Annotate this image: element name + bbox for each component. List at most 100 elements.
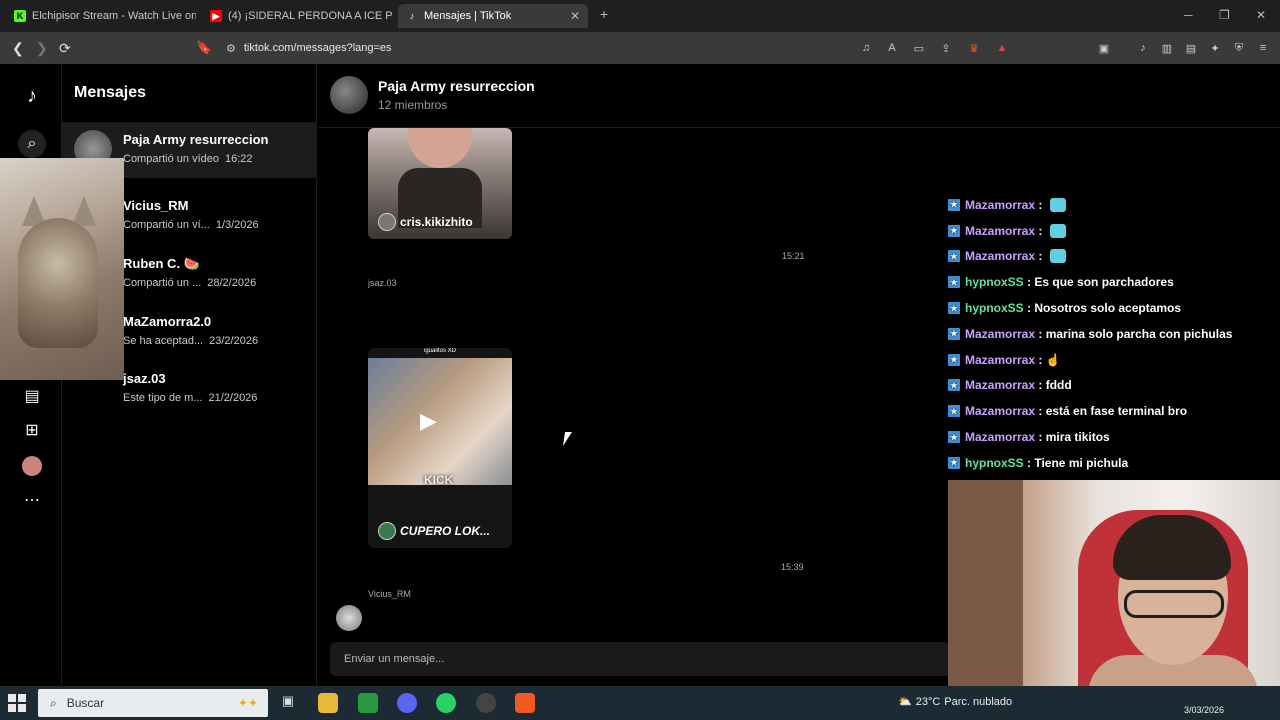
taskbar-search[interactable]: ⌕ Buscar ✦✦	[38, 689, 268, 717]
site-info-icon[interactable]: ⚙	[226, 42, 236, 55]
video-author: CUPERO LOK...	[378, 522, 490, 540]
conversation-preview: Este tipo de m... 21/2/2026	[123, 392, 258, 404]
play-icon[interactable]: ▶	[420, 408, 437, 434]
address-bar: ❮ ❯ ⟳ 🔖 ⚙ tiktok.com/messages?lang=es ♫ …	[0, 32, 1280, 64]
tiktok-logo-icon[interactable]: ♪	[20, 84, 44, 108]
badge-icon: ★	[948, 431, 960, 444]
browser-tab-bar: K Elchipisor Stream - Watch Live on Ki ▶…	[0, 0, 1280, 32]
group-avatar[interactable]	[330, 76, 368, 114]
tab-youtube[interactable]: ▶ (4) ¡SIDERAL PERDONA A ICE POSEID	[202, 4, 392, 28]
brave-browser-icon[interactable]	[515, 693, 535, 713]
new-tab-button[interactable]: +	[600, 6, 608, 22]
windows-taskbar: ⌕ Buscar ✦✦ ▣ ⛅ 23°C Parc. nublado 3/03/…	[0, 686, 1280, 720]
message-timestamp: 15:21	[782, 251, 805, 261]
sender-avatar[interactable]	[336, 605, 362, 631]
cast-icon[interactable]: ▭	[912, 41, 926, 55]
kick-icon: K	[14, 10, 26, 22]
upload-icon[interactable]: ⊞	[20, 418, 44, 442]
tab-title: Elchipisor Stream - Watch Live on Ki	[32, 10, 196, 22]
discord-icon[interactable]	[397, 693, 417, 713]
badge-icon: ★	[948, 250, 960, 263]
conversation-name: Ruben C. 🍉	[123, 256, 200, 271]
share-icon[interactable]: ⇪	[939, 41, 953, 55]
conversation-preview: Compartió un ví... 1/3/2026	[123, 219, 259, 231]
sparkle-icon: ✦✦	[237, 696, 258, 710]
chat-line: ★ Mazamorrax : está en fase terminal bro	[948, 398, 1278, 424]
chat-line: ★ hypnoxSS : Es que son parchadores	[948, 269, 1278, 295]
badge-icon: ★	[948, 224, 960, 237]
brave-shield-icon[interactable]: ♛	[967, 41, 981, 55]
chat-line: ★ Mazamorrax : fddd	[948, 373, 1278, 399]
webcam-overlay-cat	[0, 158, 124, 380]
back-icon[interactable]: ❮	[12, 40, 24, 57]
author-avatar	[378, 213, 396, 231]
more-icon[interactable]: ⋯	[20, 488, 44, 512]
tab-kick[interactable]: K Elchipisor Stream - Watch Live on Ki	[6, 4, 196, 28]
weather-icon: ⛅	[898, 696, 912, 708]
message-field[interactable]	[330, 642, 950, 676]
wallet-icon[interactable]: ▤	[1184, 41, 1198, 55]
group-title[interactable]: Paja Army resurreccion	[378, 78, 535, 94]
obs-icon[interactable]	[476, 693, 496, 713]
message-sender: Vicius_RM	[368, 589, 411, 599]
taskbar-date: 3/03/2026	[1184, 705, 1225, 715]
minecraft-icon[interactable]	[358, 693, 378, 713]
reload-icon[interactable]: ⟳	[59, 40, 71, 57]
messages-icon[interactable]: ▤	[20, 384, 44, 408]
shared-video-card[interactable]: igualitos XD ▶ KICK CUPERO LOK...	[368, 348, 512, 548]
search-icon: ⌕	[50, 695, 57, 710]
youtube-icon: ▶	[210, 10, 222, 22]
tab-title: (4) ¡SIDERAL PERDONA A ICE POSEID	[228, 10, 392, 22]
profile-avatar-icon[interactable]	[20, 454, 44, 478]
leo-icon[interactable]: ✦	[1208, 41, 1222, 55]
shared-video-card[interactable]: cris.kikizhito	[368, 128, 512, 239]
chat-line: ★ Mazamorrax :	[948, 192, 1278, 218]
media-icon[interactable]: ♫	[859, 41, 873, 55]
tab-tiktok[interactable]: ♪ Mensajes | TikTok ✕	[398, 4, 588, 28]
music-icon[interactable]: ♪	[1136, 41, 1150, 55]
close-window-icon[interactable]: ✕	[1256, 8, 1266, 22]
url-text: tiktok.com/messages?lang=es	[243, 42, 392, 54]
sidebar-icon[interactable]: ▥	[1160, 41, 1174, 55]
chat-line: ★ hypnoxSS : Nosotros solo aceptamos	[948, 295, 1278, 321]
weather-widget[interactable]: ⛅ 23°C Parc. nublado	[898, 695, 1012, 709]
message-timestamp: 15:39	[781, 562, 804, 572]
mouse-cursor-icon	[563, 432, 572, 446]
page-title: Mensajes	[74, 84, 147, 101]
file-explorer-icon[interactable]	[318, 693, 338, 713]
chat-line: ★ Mazamorrax :	[948, 218, 1278, 244]
video-thumbnail: ▶	[368, 358, 512, 485]
tiktok-icon: ♪	[409, 11, 415, 21]
video-watermark: KICK	[424, 473, 454, 487]
message-input[interactable]	[330, 642, 950, 676]
badge-icon: ★	[948, 302, 960, 315]
minimize-icon[interactable]: ─	[1184, 8, 1193, 22]
forward-icon[interactable]: ❯	[36, 40, 48, 57]
extensions-icon[interactable]: ▣	[1097, 41, 1111, 55]
badge-icon: ★	[948, 456, 960, 469]
whatsapp-icon[interactable]	[436, 693, 456, 713]
bookmark-icon[interactable]: 🔖	[196, 40, 212, 56]
stream-chat-overlay: ★ Mazamorrax : ★ Mazamorrax : ★ Mazamorrax …	[948, 192, 1278, 476]
menu-icon[interactable]: ≡	[1256, 41, 1270, 55]
vpn-icon[interactable]: ⛨	[1232, 41, 1246, 55]
group-member-count: 12 miembros	[378, 98, 448, 112]
windows-start-icon[interactable]	[8, 694, 26, 712]
video-author: cris.kikizhito	[378, 213, 473, 231]
conversation-name: MaZamorra2.0	[123, 314, 212, 329]
chat-line: ★ Mazamorrax : ☝	[948, 347, 1278, 373]
rewards-icon[interactable]: ▲	[995, 41, 1009, 55]
conversation-name: jsaz.03	[123, 371, 166, 386]
close-tab-icon[interactable]: ✕	[570, 9, 580, 23]
chat-line: ★ Mazamorrax : marina solo parcha con pic…	[948, 321, 1278, 347]
author-avatar	[378, 522, 396, 540]
chat-line: ★ Mazamorrax :	[948, 244, 1278, 270]
video-caption: igualitos XD	[423, 348, 456, 354]
maximize-icon[interactable]: ❐	[1219, 8, 1230, 22]
search-icon[interactable]: ⌕	[18, 130, 46, 158]
badge-icon: ★	[948, 353, 960, 366]
task-view-icon[interactable]: ▣	[278, 693, 298, 713]
translate-icon[interactable]: A	[885, 41, 899, 55]
webcam-overlay-streamer	[948, 480, 1280, 706]
tab-title: Mensajes | TikTok	[424, 10, 512, 22]
